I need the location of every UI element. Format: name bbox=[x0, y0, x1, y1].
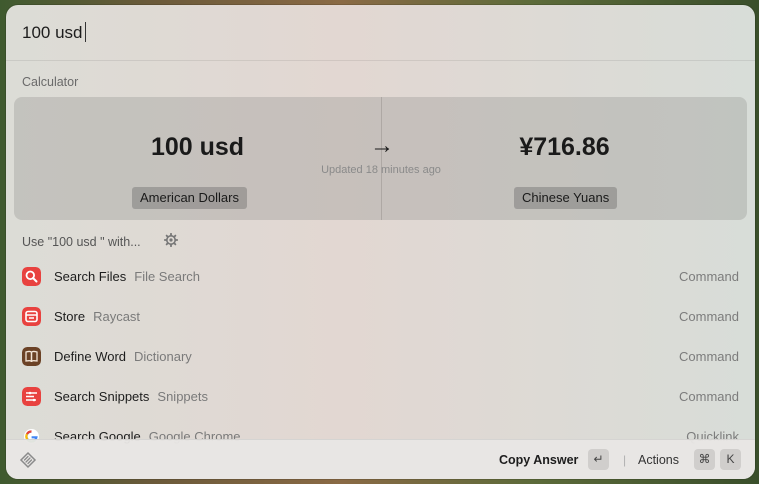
search-input[interactable]: 100 usd bbox=[22, 22, 86, 43]
list-item-define-word[interactable]: Define Word Dictionary Command bbox=[6, 337, 755, 377]
calc-input-unit-badge: American Dollars bbox=[132, 187, 247, 209]
section-title-calculator: Calculator bbox=[22, 75, 79, 89]
return-key-hint: ↵ bbox=[588, 449, 609, 470]
snippets-icon bbox=[22, 387, 41, 406]
store-icon bbox=[22, 307, 41, 326]
calc-updated-text: Updated 18 minutes ago bbox=[321, 164, 441, 176]
list-item-search-snippets[interactable]: Search Snippets Snippets Command bbox=[6, 377, 755, 417]
calculator-result-card[interactable]: 100 usd American Dollars → Updated 18 mi… bbox=[14, 97, 747, 220]
list-item-subtitle: Raycast bbox=[93, 309, 141, 324]
k-key-hint: K bbox=[720, 449, 741, 470]
use-with-label: Use "100 usd " with... bbox=[22, 235, 141, 249]
list-item-title: Define Word bbox=[54, 349, 127, 364]
list-item-title: Search Files bbox=[54, 269, 127, 284]
list-item-subtitle: Snippets bbox=[157, 389, 208, 404]
list-item-store[interactable]: Store Raycast Command bbox=[6, 297, 755, 337]
search-bar[interactable]: 100 usd bbox=[6, 5, 755, 61]
calc-input-value: 100 usd bbox=[150, 133, 245, 161]
command-key-hint: ⌘ bbox=[694, 449, 715, 470]
list-item-subtitle: File Search bbox=[134, 269, 200, 284]
footer-separator: | bbox=[623, 453, 627, 467]
raycast-logo-icon[interactable] bbox=[19, 451, 37, 469]
gear-icon[interactable] bbox=[164, 233, 178, 247]
list-item-title: Store bbox=[54, 309, 86, 324]
search-files-icon bbox=[22, 267, 41, 286]
list-item-search-files[interactable]: Search Files File Search Command bbox=[6, 257, 755, 297]
copy-answer-button[interactable]: Copy Answer bbox=[499, 453, 578, 467]
list-item-accessory: Command bbox=[679, 269, 739, 284]
actions-button[interactable]: Actions bbox=[638, 453, 679, 467]
list-item-subtitle: Dictionary bbox=[134, 349, 192, 364]
raycast-window: 100 usd Calculator 100 usd American Doll… bbox=[6, 5, 755, 479]
text-caret bbox=[84, 22, 86, 42]
calc-output-unit-badge: Chinese Yuans bbox=[514, 187, 618, 209]
footer-action-bar: Copy Answer ↵ | Actions ⌘ K bbox=[6, 439, 755, 479]
list-item-accessory: Command bbox=[679, 389, 739, 404]
list-item-title: Search Snippets bbox=[54, 389, 150, 404]
list-item-accessory: Command bbox=[679, 349, 739, 364]
search-query: 100 usd bbox=[22, 23, 83, 42]
calc-output-value: ¥716.86 bbox=[519, 133, 610, 161]
list-item-accessory: Command bbox=[679, 309, 739, 324]
dictionary-book-icon bbox=[22, 347, 41, 366]
